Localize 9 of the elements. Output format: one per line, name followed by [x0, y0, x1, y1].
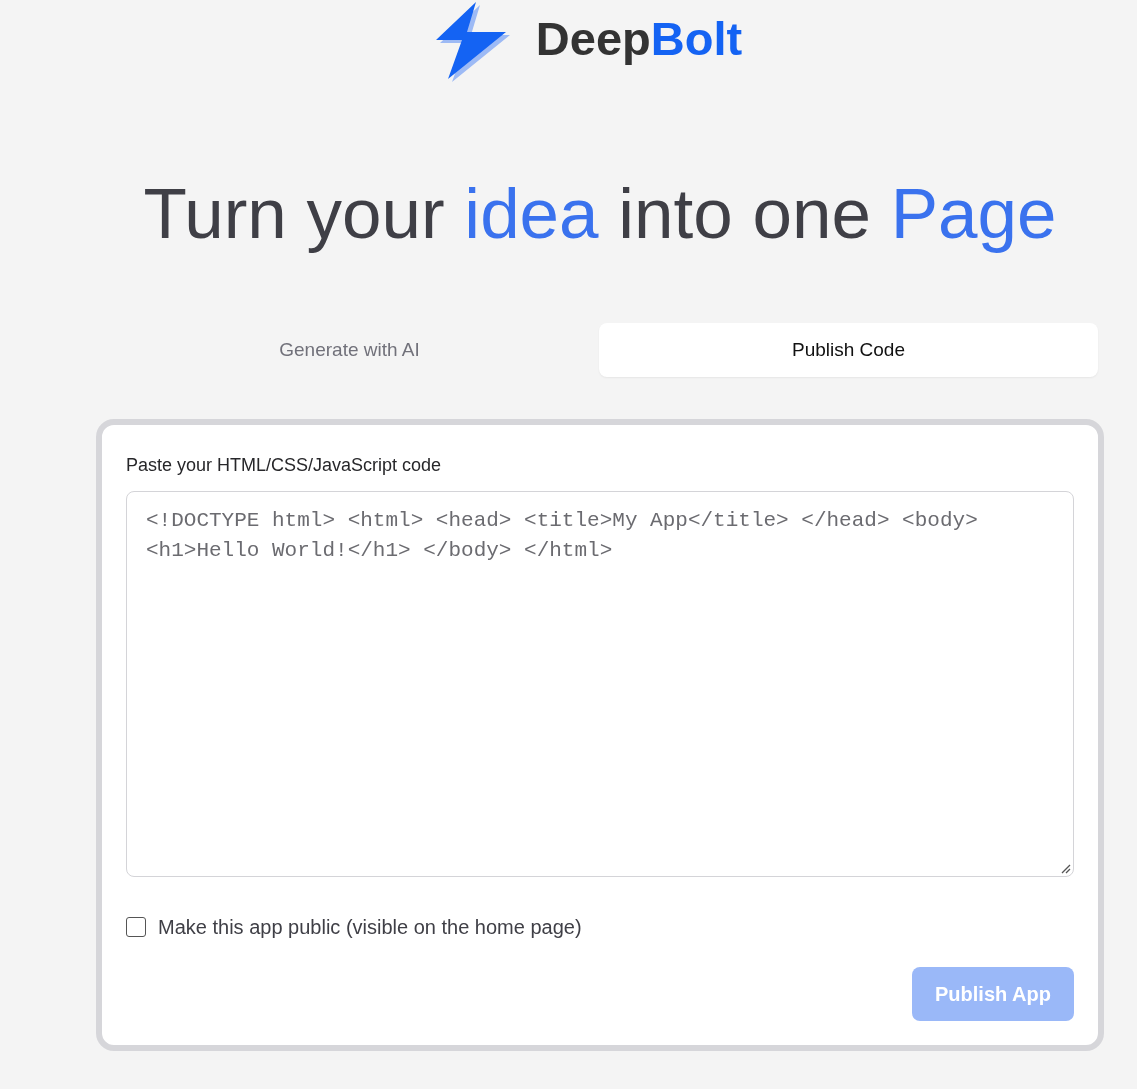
field-label: Paste your HTML/CSS/JavaScript code — [126, 454, 443, 477]
code-input-field[interactable]: <!DOCTYPE html> <html> <head> <title>My App</title> </head> <body> <h1>Hello World!</h1> </body> </html> — [126, 491, 1074, 877]
tab[interactable]: Generate with AI — [100, 323, 599, 377]
logo-wordmark: DeepBolt — [535, 11, 743, 67]
headline: Turn your idea into one Page — [142, 173, 1058, 255]
tab[interactable]: Publish Code — [599, 323, 1098, 377]
checkbox[interactable] — [126, 917, 146, 937]
checkbox-label: Make this app public (visible on the home page) — [158, 915, 582, 939]
resize-grip-icon — [1061, 864, 1071, 874]
